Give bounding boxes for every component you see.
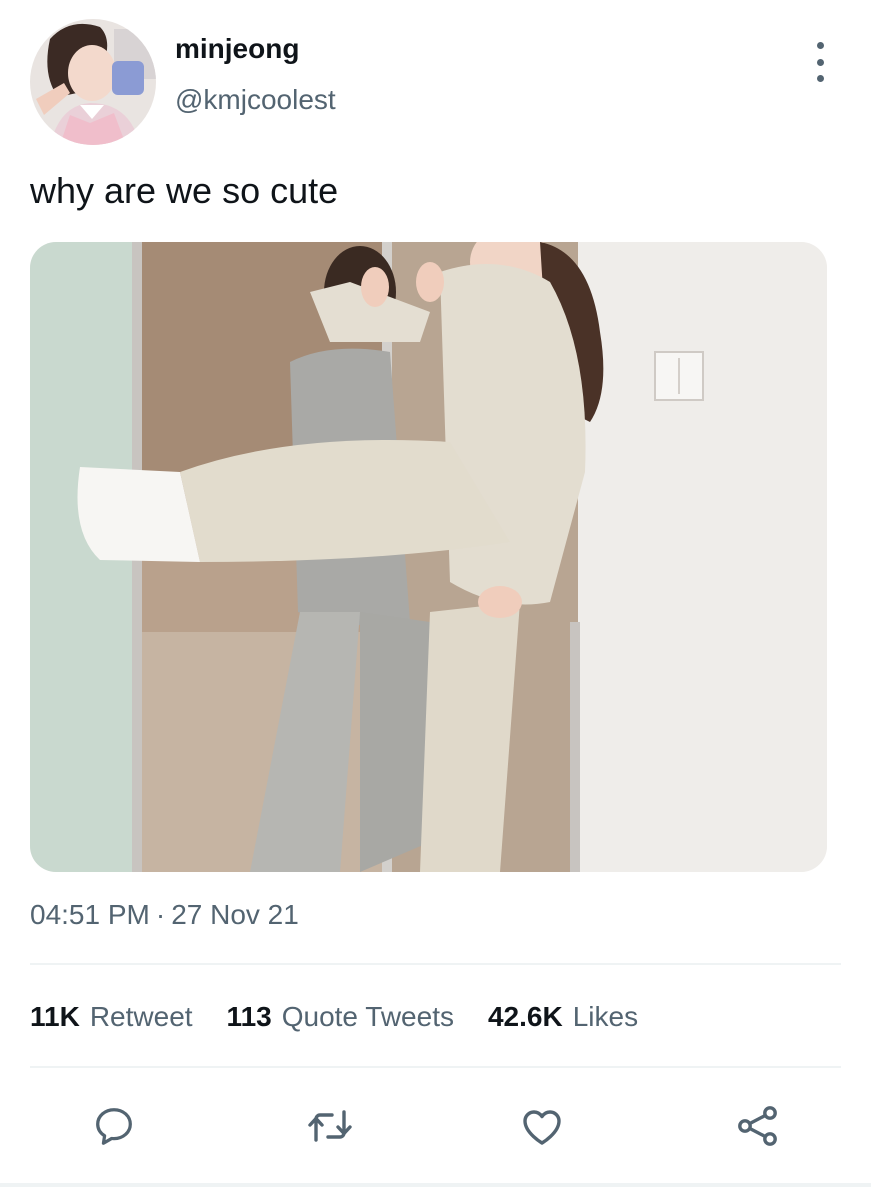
retweet-icon <box>308 1110 352 1142</box>
bottom-border <box>0 1183 871 1187</box>
divider <box>30 1066 841 1068</box>
tweet-text: why are we so cute <box>30 170 339 211</box>
divider <box>30 963 841 965</box>
share-icon <box>738 1106 777 1146</box>
retweet-button[interactable] <box>304 1100 356 1152</box>
avatar[interactable] <box>30 19 156 145</box>
tweet-time: 04:51 PM <box>30 899 150 930</box>
display-name[interactable]: minjeong <box>175 33 299 65</box>
heart-icon <box>523 1110 561 1145</box>
likes-count: 42.6K <box>487 1001 563 1032</box>
avatar-photo <box>30 19 156 145</box>
photo-image <box>30 242 827 872</box>
more-dot <box>816 42 824 49</box>
tweet-date: 27 Nov 21 <box>171 899 299 930</box>
like-button[interactable] <box>516 1100 568 1152</box>
timestamp-separator: · <box>155 899 166 930</box>
quote-tweets-count: 113 <box>226 1001 272 1032</box>
share-button[interactable] <box>732 1100 784 1152</box>
quote-tweets-label: Quote Tweets <box>281 1001 454 1032</box>
user-handle[interactable]: @kmjcoolest <box>175 84 336 116</box>
more-dot <box>816 58 824 66</box>
likes-stat[interactable]: 42.6K Likes <box>488 1001 638 1033</box>
tweet-stats: 11K Retweet 113 Quote Tweets 42.6K Likes <box>30 1001 638 1033</box>
retweet-stat[interactable]: 11K Retweet <box>30 1001 193 1033</box>
retweet-count: 11K <box>30 1001 80 1032</box>
tweet-timestamp[interactable]: 04:51 PM · 27 Nov 21 <box>30 899 299 931</box>
action-bar <box>0 1100 871 1152</box>
more-vertical-icon[interactable] <box>808 42 832 82</box>
likes-label: Likes <box>572 1001 639 1032</box>
reply-button[interactable] <box>88 1100 140 1152</box>
quote-tweets-stat[interactable]: 113 Quote Tweets <box>227 1001 454 1033</box>
more-dot <box>816 75 824 82</box>
retweet-label: Retweet <box>89 1001 193 1032</box>
tweet-photo[interactable] <box>30 242 827 872</box>
reply-icon <box>96 1108 132 1145</box>
